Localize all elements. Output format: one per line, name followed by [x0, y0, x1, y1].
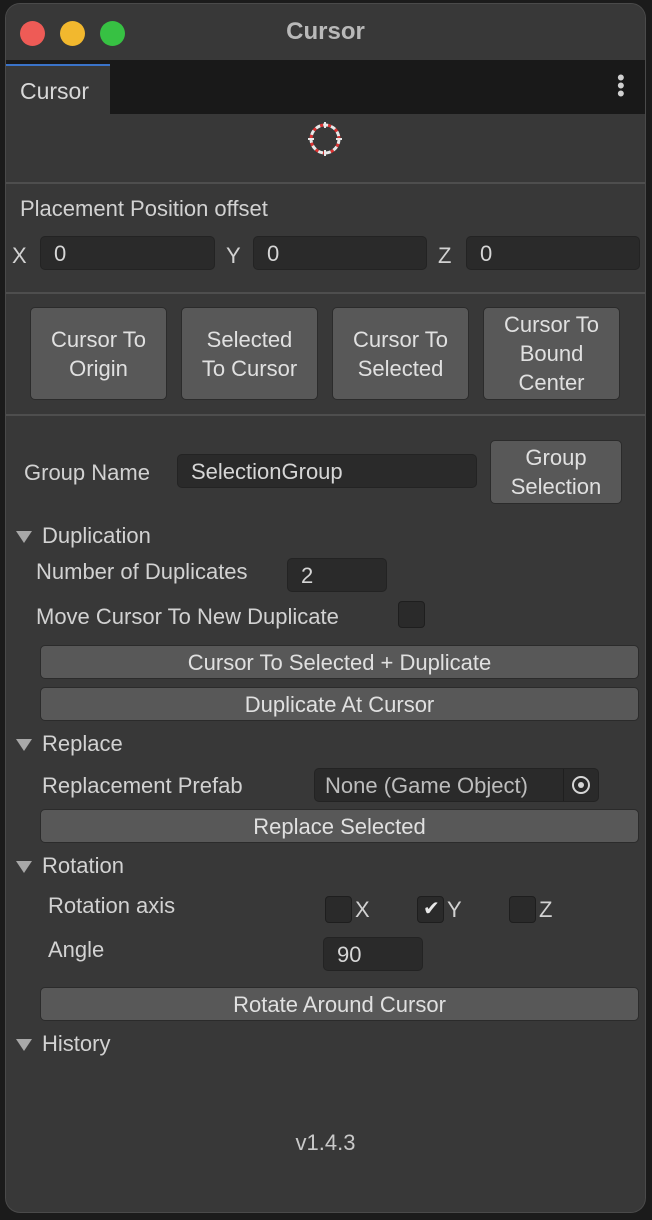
- y-label: Y: [226, 243, 241, 268]
- rotation-axis-y-checkbox[interactable]: ✔: [417, 896, 444, 923]
- cursor-to-selected-duplicate-button[interactable]: Cursor To Selected + Duplicate: [40, 645, 639, 679]
- triangle-down-icon[interactable]: [16, 1039, 32, 1051]
- rotation-axis-x-label: X: [355, 897, 370, 922]
- replacement-prefab-value: None (Game Object): [325, 773, 528, 798]
- tab-label: Cursor: [20, 78, 90, 104]
- divider: [6, 292, 645, 294]
- title-bar: Cursor: [6, 4, 645, 60]
- duplicates-count-label: Number of Duplicates: [36, 559, 248, 584]
- move-cursor-label: Move Cursor To New Duplicate: [36, 604, 339, 629]
- rotation-axis-z-label: Z: [539, 897, 553, 922]
- group-name-label: Group Name: [24, 460, 150, 485]
- group-selection-button[interactable]: Group Selection: [490, 440, 622, 504]
- selected-to-cursor-button[interactable]: Selected To Cursor: [181, 307, 318, 400]
- replace-foldout[interactable]: Replace: [42, 731, 123, 757]
- duplicate-at-cursor-button[interactable]: Duplicate At Cursor: [40, 687, 639, 721]
- checkmark-icon: ✔: [423, 898, 440, 920]
- replacement-prefab-field[interactable]: None (Game Object): [314, 768, 599, 802]
- triangle-down-icon[interactable]: [16, 861, 32, 873]
- x-label: X: [12, 243, 27, 268]
- tab-bar: Cursor • • •: [6, 60, 645, 114]
- tab-cursor[interactable]: Cursor: [6, 64, 110, 114]
- duplicates-count-field[interactable]: 2: [287, 558, 387, 592]
- triangle-down-icon[interactable]: [16, 531, 32, 543]
- kebab-menu-icon[interactable]: • • •: [617, 67, 625, 105]
- rotation-axis-y-label: Y: [447, 897, 462, 922]
- cursor-to-selected-button[interactable]: Cursor To Selected: [332, 307, 469, 400]
- rotation-axis-label: Rotation axis: [48, 893, 176, 918]
- window-title: Cursor: [286, 18, 365, 45]
- rotation-axis-z-checkbox[interactable]: [509, 896, 536, 923]
- version-label: v1.4.3: [295, 1130, 356, 1155]
- cursor-window: Cursor Cursor • • • Placement Position off…: [6, 4, 645, 1212]
- crosshair-icon: [308, 122, 342, 156]
- object-picker-icon[interactable]: [563, 769, 598, 801]
- move-cursor-checkbox[interactable]: [398, 601, 425, 628]
- duplication-foldout[interactable]: Duplication: [42, 523, 151, 549]
- cursor-to-bound-center-button[interactable]: Cursor To Bound Center: [483, 307, 620, 400]
- z-label: Z: [438, 243, 452, 268]
- rotation-axis-x-checkbox[interactable]: [325, 896, 352, 923]
- replace-selected-button[interactable]: Replace Selected: [40, 809, 639, 843]
- replacement-prefab-label: Replacement Prefab: [42, 773, 243, 798]
- group-name-field[interactable]: SelectionGroup: [177, 454, 477, 488]
- angle-field[interactable]: 90: [323, 937, 423, 971]
- divider: [6, 414, 645, 416]
- offset-x-field[interactable]: 0: [40, 236, 215, 270]
- offset-z-field[interactable]: 0: [466, 236, 640, 270]
- angle-label: Angle: [48, 937, 105, 962]
- rotation-foldout[interactable]: Rotation: [42, 853, 124, 879]
- offset-y-field[interactable]: 0: [253, 236, 427, 270]
- placement-heading: Placement Position offset: [20, 196, 268, 221]
- history-foldout[interactable]: History: [42, 1031, 110, 1057]
- rotate-around-cursor-button[interactable]: Rotate Around Cursor: [40, 987, 639, 1021]
- triangle-down-icon[interactable]: [16, 739, 32, 751]
- cursor-to-origin-button[interactable]: Cursor To Origin: [30, 307, 167, 400]
- divider: [6, 182, 645, 184]
